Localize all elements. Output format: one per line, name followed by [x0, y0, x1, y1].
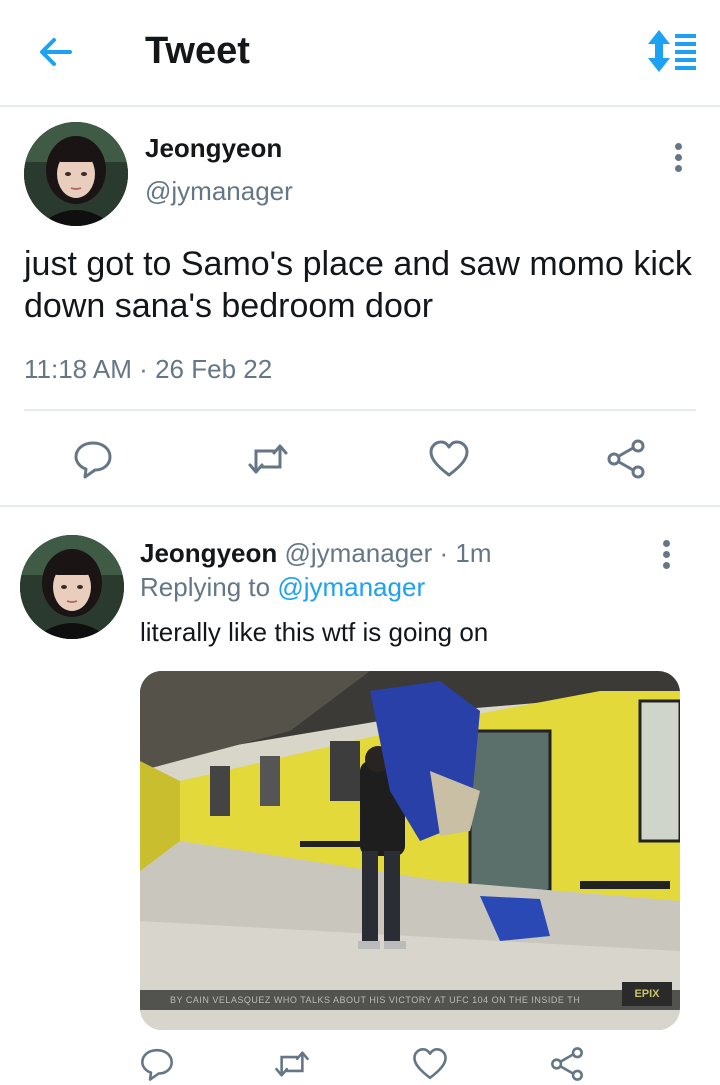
- share-button[interactable]: [548, 1045, 586, 1083]
- meta-separator: ·: [439, 538, 449, 568]
- reply-button[interactable]: [138, 1045, 176, 1083]
- reply-header: Jeongyeon @jymanager · 1m: [140, 538, 492, 569]
- author-handle[interactable]: @jymanager: [284, 538, 432, 568]
- media-image: [140, 671, 680, 1030]
- tweet-media[interactable]: BY CAIN VELASQUEZ WHO TALKS ABOUT HIS VI…: [140, 671, 680, 1030]
- share-icon: [607, 439, 645, 479]
- media-logo: EPIX: [622, 982, 672, 1006]
- author-handle[interactable]: @jymanager: [145, 176, 293, 207]
- like-button[interactable]: [427, 437, 471, 481]
- arrow-left-icon: [40, 38, 72, 66]
- avatar-image: [20, 535, 124, 639]
- reply-icon: [141, 1048, 173, 1081]
- reply-button[interactable]: [71, 437, 115, 481]
- divider: [24, 409, 696, 411]
- tweet-text: just got to Samo's place and saw momo ki…: [24, 245, 692, 325]
- more-options-button[interactable]: [654, 537, 678, 577]
- tweet-time: 11:18 AM: [24, 354, 132, 384]
- replying-prefix: Replying to: [140, 572, 271, 602]
- tweet-age: 1m: [455, 538, 492, 568]
- more-vertical-icon: [662, 540, 670, 547]
- tweet-text: literally like this wtf is going on: [140, 617, 489, 647]
- sort-icon: [648, 30, 696, 72]
- section-divider: [0, 505, 720, 507]
- retweet-button[interactable]: [246, 437, 290, 481]
- back-button[interactable]: [34, 30, 78, 74]
- like-icon: [413, 1048, 447, 1080]
- avatar-image: [24, 122, 128, 226]
- tweet-date: 26 Feb 22: [155, 354, 273, 384]
- like-button[interactable]: [411, 1045, 449, 1083]
- author-name[interactable]: Jeongyeon: [140, 538, 277, 568]
- page-title: Tweet: [145, 30, 250, 72]
- author-name[interactable]: Jeongyeon: [145, 133, 282, 164]
- tweet-timestamp: 11:18 AM · 26 Feb 22: [24, 354, 272, 385]
- avatar[interactable]: [24, 122, 128, 226]
- replying-to: Replying to @jymanager: [140, 572, 425, 603]
- share-button[interactable]: [604, 437, 648, 481]
- avatar[interactable]: [20, 535, 124, 639]
- top-bar: Tweet: [0, 0, 720, 107]
- meta-separator: ·: [139, 354, 148, 384]
- retweet-button[interactable]: [273, 1045, 311, 1083]
- retweet-icon: [275, 1051, 309, 1077]
- retweet-icon: [248, 444, 288, 474]
- more-options-button[interactable]: [666, 140, 690, 180]
- reply-icon: [74, 441, 112, 479]
- sort-button[interactable]: [644, 28, 698, 74]
- more-vertical-icon: [674, 143, 682, 150]
- share-icon: [551, 1047, 583, 1081]
- like-icon: [429, 440, 469, 477]
- media-caption: BY CAIN VELASQUEZ WHO TALKS ABOUT HIS VI…: [140, 990, 680, 1010]
- mention-link[interactable]: @jymanager: [277, 572, 425, 602]
